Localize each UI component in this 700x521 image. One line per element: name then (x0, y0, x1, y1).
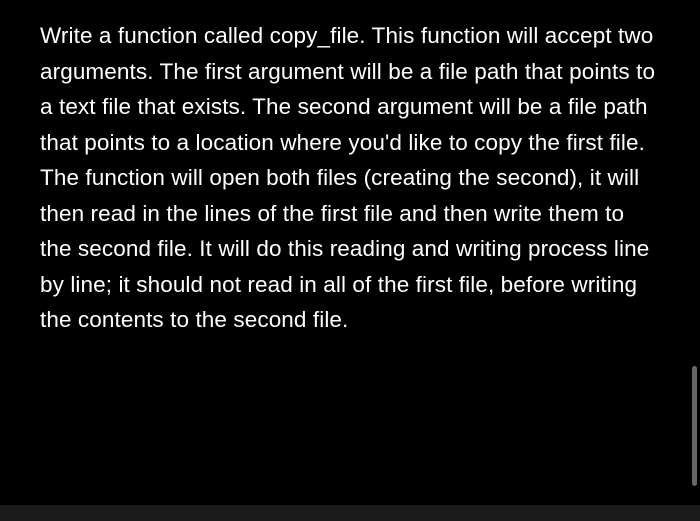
scrollbar-track[interactable] (692, 0, 697, 521)
bottom-bar (0, 505, 700, 521)
scrollbar-thumb[interactable] (692, 366, 697, 486)
instruction-text-container: Write a function called copy_file. This … (0, 0, 700, 338)
instruction-paragraph: Write a function called copy_file. This … (40, 18, 660, 338)
